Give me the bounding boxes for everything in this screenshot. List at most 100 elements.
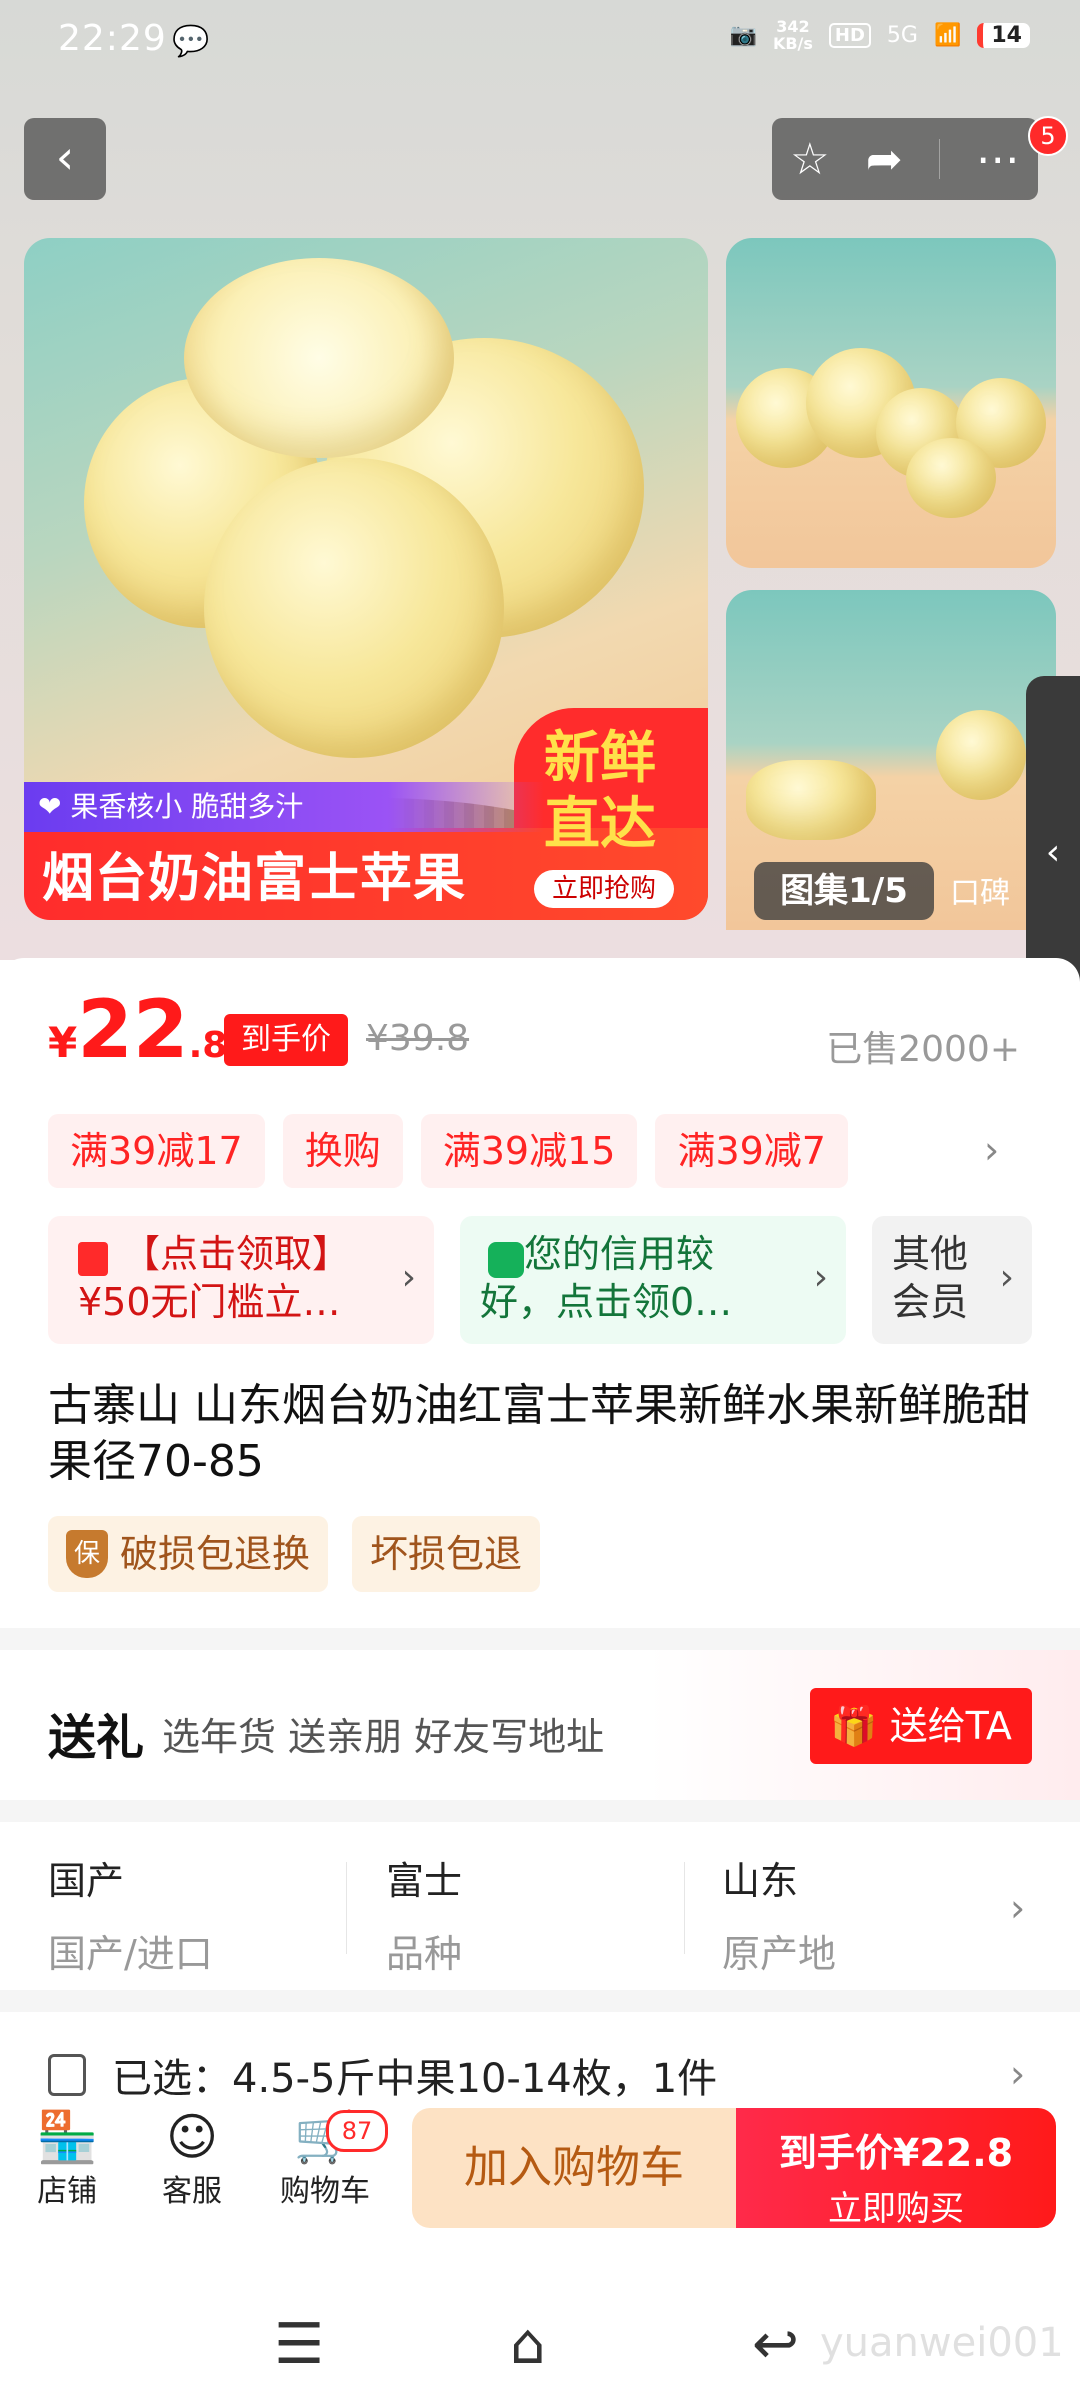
buy-now-label: 立即购买: [828, 2189, 964, 2229]
apple-half-illustration: [906, 438, 996, 518]
selected-sku-text: 已选：4.5-5斤中果10-14枚，1件: [112, 2056, 718, 2102]
promo-green-line2: 好，点击领0…: [480, 1280, 733, 1324]
spec-item: 山东 原产地: [722, 1850, 836, 1978]
guarantee-item[interactable]: 坏损包退: [352, 1516, 541, 1592]
share-icon[interactable]: ➦: [866, 134, 903, 185]
chevron-right-icon[interactable]: ›: [1010, 2052, 1025, 2096]
fresh-line2: 直达: [544, 792, 656, 857]
price-currency: ¥: [48, 1018, 78, 1067]
wechat-icon: 💬: [172, 24, 210, 59]
price-decimal: .8: [188, 1025, 228, 1066]
chevron-right-icon[interactable]: ›: [1010, 1886, 1025, 1930]
promo-gray-line1: 其他: [892, 1232, 969, 1276]
top-actions: ☆ ➦ ⋯: [772, 118, 1038, 200]
status-time: 22:29: [58, 18, 167, 59]
apple-illustration: [936, 710, 1026, 800]
coupon-item[interactable]: 满39减17: [48, 1114, 265, 1188]
spec-item: 国产 国产/进口: [48, 1850, 213, 1978]
product-title: 古寨山 山东烟台奶油红富士苹果新鲜水果新鲜脆甜果径70-85: [48, 1380, 1030, 1487]
shop-label: 店铺: [37, 2174, 98, 2209]
hd-icon: HD: [828, 22, 871, 48]
apple-slices-illustration: [746, 760, 876, 840]
checklist-icon: [48, 2054, 86, 2096]
back-nav-icon[interactable]: ↩: [752, 2312, 799, 2377]
coupon-icon: [78, 1242, 108, 1276]
battery-icon: 14: [977, 22, 1030, 48]
gift-icon: 🎁: [830, 1704, 878, 1748]
section-divider: [0, 1990, 1080, 2012]
send-gift-button[interactable]: 🎁 送给TA: [810, 1688, 1032, 1764]
shop-icon: 🏪: [36, 2108, 99, 2166]
spec-value: 山东: [722, 1859, 799, 1903]
coupon-list: 满39减17 换购 满39减15 满39减7: [48, 1114, 848, 1188]
promo-card-credit[interactable]: 您的信用较 好，点击领0… ›: [460, 1216, 846, 1344]
buy-now-button[interactable]: 到手价¥22.8 立即购买: [736, 2108, 1056, 2229]
sold-count: 已售2000+: [826, 1029, 1020, 1070]
promo-cards: 【点击领取】 ¥50无门槛立… › 您的信用较 好，点击领0… › 其他 会员 …: [48, 1216, 1032, 1344]
home-icon[interactable]: ⌂: [510, 2312, 546, 2377]
gift-subtitle: 选年货 送亲朋 好友写地址: [162, 1715, 605, 1759]
add-to-cart-button[interactable]: 加入购物车: [412, 2108, 736, 2228]
guarantee-item[interactable]: 保 破损包退换: [48, 1516, 329, 1592]
cart-count-badge: 87: [326, 2110, 388, 2152]
chevron-left-icon: ‹: [55, 130, 75, 184]
wifi-icon: 📶: [933, 22, 962, 48]
review-tab[interactable]: 口碑: [950, 868, 1010, 912]
guarantee-list: 保 破损包退换 坏损包退: [48, 1516, 541, 1592]
chevron-right-icon[interactable]: ›: [984, 1128, 999, 1172]
status-bar: 22:29 💬 📷 342 KB/s HD 5G 📶 14: [0, 0, 1080, 80]
watermark: yuanwei001: [820, 2320, 1064, 2366]
service-label: 客服: [162, 2174, 222, 2209]
guarantee-label: 破损包退换: [120, 1532, 311, 1576]
promo-card-member[interactable]: 其他 会员 ›: [872, 1216, 1032, 1344]
price-tag: 到手价: [224, 1014, 348, 1066]
buy-price-label: 到手价¥22.8: [778, 2131, 1014, 2175]
back-button[interactable]: ‹: [24, 118, 106, 200]
selected-sku[interactable]: 已选：4.5-5斤中果10-14枚，1件: [48, 2046, 717, 2104]
main-product-image[interactable]: ❤ 果香核小 脆甜多汁 烟台奶油富士苹果 新鲜 直达 立即抢购: [24, 238, 708, 920]
shield-icon: 保: [66, 1530, 108, 1578]
spec-key: 国产/进口: [48, 1932, 213, 1976]
camera-icon: 📷: [729, 22, 757, 48]
spec-key: 原产地: [722, 1932, 837, 1976]
more-icon[interactable]: ⋯: [976, 134, 1020, 185]
chevron-left-icon: ‹: [1045, 832, 1061, 873]
apple-illustration: [204, 458, 504, 758]
chevron-right-icon: ›: [999, 1257, 1014, 1298]
price-integer: 22: [77, 983, 189, 1076]
banner-title: 烟台奶油富士苹果: [42, 849, 467, 909]
star-icon[interactable]: ☆: [790, 134, 829, 185]
gift-title: 送礼: [48, 1710, 145, 1766]
chevron-right-icon: ›: [813, 1257, 828, 1298]
network-speed: 342 KB/s: [772, 17, 813, 53]
feature-tag: ❤ 果香核小 脆甜多汁: [24, 782, 544, 832]
coupon-item[interactable]: 满39减7: [655, 1114, 848, 1188]
guarantee-label: 坏损包退: [370, 1532, 523, 1576]
spec-item: 富士 品种: [386, 1850, 462, 1978]
spec-value: 国产: [48, 1859, 125, 1903]
send-gift-label: 送给TA: [889, 1704, 1012, 1748]
signal-icon: 5G: [886, 22, 918, 48]
divider: [938, 139, 940, 179]
chevron-right-icon: ›: [401, 1257, 416, 1298]
thumbnail-image-1[interactable]: [726, 238, 1056, 568]
fresh-line1: 新鲜: [544, 726, 656, 791]
menu-icon[interactable]: ☰: [274, 2312, 324, 2377]
gallery-counter[interactable]: 图集1/5: [754, 862, 934, 920]
shop-tab[interactable]: 🏪 店铺: [36, 2108, 98, 2210]
promo-card-coupon[interactable]: 【点击领取】 ¥50无门槛立… ›: [48, 1216, 434, 1344]
divider: [346, 1862, 347, 1954]
service-tab[interactable]: ☺ 客服: [162, 2108, 222, 2210]
buy-now-pill[interactable]: 立即抢购: [534, 870, 674, 908]
spec-value: 富士: [386, 1859, 463, 1903]
coupon-item[interactable]: 满39减15: [420, 1114, 638, 1188]
cart-label: 购物车: [280, 2174, 370, 2209]
message-badge: 5: [1028, 116, 1068, 156]
bag-icon: [488, 1242, 524, 1278]
section-divider: [0, 1628, 1080, 1650]
promo-red-line2: ¥50无门槛立…: [78, 1280, 341, 1324]
coupon-item[interactable]: 换购: [282, 1114, 403, 1188]
original-price: ¥39.8: [366, 1018, 470, 1059]
price: ¥ 22 .8: [48, 990, 227, 1070]
promo-red-line1: 【点击领取】: [122, 1232, 351, 1276]
